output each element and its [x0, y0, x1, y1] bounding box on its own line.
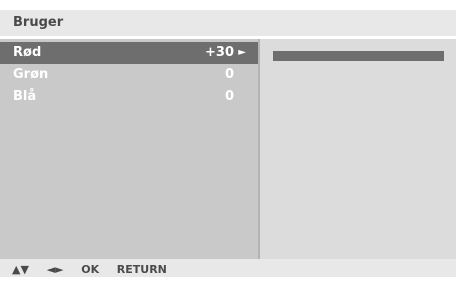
menu-item-label: Blå [13, 89, 37, 104]
osd-menu: Bruger Rød +30 ► Grøn 0 Blå 0 ▲▼ ◄► OK R… [0, 10, 456, 277]
menu-item-value: 0 [224, 89, 234, 104]
level-bar [273, 51, 444, 61]
right-arrow-icon: ► [238, 47, 246, 58]
menu-item-blue[interactable]: Blå 0 [0, 86, 258, 108]
return-hint: RETURN [116, 263, 167, 276]
adjustment-panel [260, 39, 456, 259]
menu-item-green[interactable]: Grøn 0 [0, 64, 258, 86]
level-bar-fill [273, 51, 444, 61]
menu-item-value: +30 [205, 45, 234, 60]
menu-item-label: Rød [13, 45, 42, 60]
menu-item-value: 0 [224, 67, 234, 82]
ok-hint: OK [81, 263, 100, 276]
menu-title: Bruger [0, 10, 456, 36]
up-down-arrows-icon: ▲▼ [12, 263, 29, 276]
navigation-hints: ▲▼ ◄► OK RETURN [0, 259, 456, 277]
menu-item-label: Grøn [13, 67, 49, 82]
menu-list: Rød +30 ► Grøn 0 Blå 0 [0, 39, 258, 259]
left-right-arrows-icon: ◄► [46, 263, 64, 276]
menu-item-red[interactable]: Rød +30 ► [0, 42, 258, 64]
